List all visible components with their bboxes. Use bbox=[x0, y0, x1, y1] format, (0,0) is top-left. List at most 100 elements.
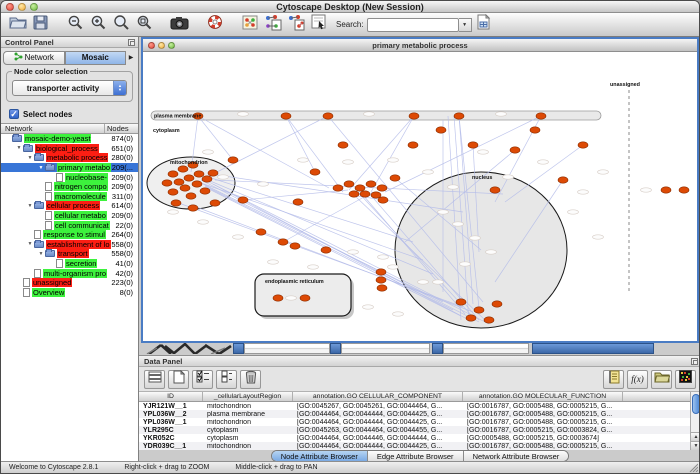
network-node[interactable] bbox=[278, 239, 288, 245]
network-node[interactable] bbox=[377, 285, 387, 291]
network-node[interactable] bbox=[490, 187, 500, 193]
network-node[interactable] bbox=[468, 142, 478, 148]
disclosure-triangle-icon[interactable]: ▼ bbox=[26, 241, 34, 247]
search-input[interactable] bbox=[367, 18, 459, 32]
float-panel-icon[interactable] bbox=[128, 39, 135, 46]
network-node[interactable] bbox=[408, 142, 418, 148]
import-attribute-file-button[interactable] bbox=[651, 370, 672, 389]
resize-grip[interactable] bbox=[688, 462, 698, 472]
formula-button[interactable]: f(x) bbox=[627, 370, 648, 389]
table-row[interactable]: YJR121W__1mitochondrion[GO:0045267, GO:0… bbox=[139, 402, 699, 410]
network-node[interactable] bbox=[238, 197, 248, 203]
zoom-out-button[interactable] bbox=[64, 14, 87, 35]
network-node[interactable] bbox=[323, 113, 333, 119]
column-header[interactable]: annotation.GO MOLECULAR_FUNCTION bbox=[463, 392, 623, 401]
zoom-selected-button[interactable] bbox=[133, 14, 156, 35]
tree-row[interactable]: secretion41(0) bbox=[1, 259, 138, 269]
tab-network-attribute-browser[interactable]: Network Attribute Browser bbox=[464, 451, 569, 461]
disclosure-triangle-icon[interactable]: ▼ bbox=[26, 155, 34, 161]
network-node[interactable] bbox=[293, 199, 303, 205]
network-node[interactable] bbox=[321, 247, 331, 253]
select-all-attributes-button[interactable] bbox=[192, 370, 213, 389]
network-node[interactable] bbox=[661, 187, 671, 193]
table-row[interactable]: YKR052Ccytoplasm[GO:0044464, GO:0044446,… bbox=[139, 434, 699, 442]
network-node[interactable] bbox=[194, 171, 204, 177]
network-node[interactable] bbox=[281, 113, 291, 119]
tree-row[interactable]: ▼primary metabo209(... bbox=[1, 163, 138, 173]
network-node[interactable] bbox=[492, 301, 502, 307]
network-node[interactable] bbox=[256, 229, 266, 235]
network-node[interactable] bbox=[300, 295, 310, 301]
tree-row[interactable]: nitrogen compo209(0) bbox=[1, 182, 138, 192]
network-node[interactable] bbox=[273, 295, 283, 301]
network-node[interactable] bbox=[360, 191, 370, 197]
table-row[interactable]: YLR295Ccytoplasm[GO:0045263, GO:0044464,… bbox=[139, 426, 699, 434]
tree-row[interactable]: ▼biological_process651(0) bbox=[1, 144, 138, 154]
network-node[interactable] bbox=[208, 170, 218, 176]
network-node[interactable] bbox=[366, 181, 376, 187]
delete-attribute-button[interactable] bbox=[240, 370, 261, 389]
search-dropdown-button[interactable]: ▼ bbox=[459, 18, 472, 32]
network-window-titlebar[interactable]: primary metabolic process bbox=[143, 39, 697, 52]
close-icon[interactable] bbox=[6, 3, 14, 11]
unselect-all-attributes-button[interactable] bbox=[216, 370, 237, 389]
overview-button[interactable] bbox=[238, 14, 261, 35]
network-node[interactable] bbox=[536, 113, 546, 119]
network-node[interactable] bbox=[186, 193, 196, 199]
tree-row[interactable]: ▼metabolic process280(0) bbox=[1, 153, 138, 163]
tab-network[interactable]: Network bbox=[3, 51, 65, 65]
network-node[interactable] bbox=[210, 200, 220, 206]
float-panel-icon[interactable] bbox=[691, 358, 698, 365]
network-canvas[interactable]: plasma membrane cytoplasm mitochondrion … bbox=[143, 52, 697, 341]
tree-row[interactable]: multi-organism pro42(0) bbox=[1, 268, 138, 278]
network-node[interactable] bbox=[192, 181, 202, 187]
scrollbar-thumb[interactable] bbox=[692, 394, 699, 414]
network-node[interactable] bbox=[162, 180, 172, 186]
import-attributes-button[interactable] bbox=[472, 14, 495, 35]
network-node[interactable] bbox=[376, 277, 386, 283]
network-node[interactable] bbox=[168, 171, 178, 177]
background-window-edge[interactable] bbox=[233, 343, 244, 354]
background-window-sliver[interactable] bbox=[244, 343, 330, 354]
network-node[interactable] bbox=[355, 185, 365, 191]
select-nodes-checkbox[interactable]: ✓ bbox=[9, 109, 19, 119]
attribute-list-button[interactable] bbox=[603, 370, 624, 389]
disclosure-triangle-icon[interactable]: ▼ bbox=[15, 145, 23, 151]
disclosure-triangle-icon[interactable]: ▼ bbox=[26, 203, 34, 209]
save-session-button[interactable] bbox=[29, 14, 52, 35]
tab-mosaic[interactable]: Mosaic bbox=[65, 51, 127, 65]
select-attributes-button[interactable] bbox=[144, 370, 165, 389]
network-node[interactable] bbox=[466, 315, 476, 321]
window-titlebar[interactable]: Cytoscape Desktop (New Session) bbox=[1, 1, 699, 13]
tree-row[interactable]: ▼cellular process614(0) bbox=[1, 201, 138, 211]
background-window-edge[interactable] bbox=[330, 343, 341, 354]
network-node[interactable] bbox=[168, 189, 178, 195]
scroll-up-icon[interactable]: ▲ bbox=[691, 432, 699, 441]
network-node[interactable] bbox=[474, 307, 484, 313]
column-header[interactable]: _cellularLayoutRegion bbox=[203, 392, 293, 401]
copy-layout-button[interactable] bbox=[261, 14, 284, 35]
network-node[interactable] bbox=[202, 176, 212, 182]
new-attribute-button[interactable] bbox=[168, 370, 189, 389]
network-node[interactable] bbox=[171, 200, 181, 206]
tree-row[interactable]: Overview8(0) bbox=[1, 288, 138, 298]
network-node[interactable] bbox=[200, 188, 210, 194]
network-zoom-icon[interactable] bbox=[168, 42, 175, 49]
background-window-sliver[interactable] bbox=[443, 343, 529, 354]
network-node[interactable] bbox=[344, 181, 354, 187]
zoom-window-icon[interactable] bbox=[30, 3, 38, 11]
annotation-button[interactable] bbox=[307, 14, 330, 35]
table-row[interactable]: YPL036W__1mitochondrion[GO:0044464, GO:0… bbox=[139, 418, 699, 426]
network-node[interactable] bbox=[530, 127, 540, 133]
tab-scroll-right-icon[interactable]: ▶ bbox=[126, 54, 136, 61]
background-window-titlebar[interactable] bbox=[532, 343, 654, 354]
network-node[interactable] bbox=[578, 142, 588, 148]
network-node[interactable] bbox=[409, 113, 419, 119]
minimize-icon[interactable] bbox=[18, 3, 26, 11]
tab-node-attribute-browser[interactable]: Node Attribute Browser bbox=[272, 451, 368, 461]
tree-row[interactable]: mosaic-demo-yeast874(0) bbox=[1, 134, 138, 144]
network-node[interactable] bbox=[377, 185, 387, 191]
network-node[interactable] bbox=[180, 185, 190, 191]
copy-layout-2-button[interactable] bbox=[284, 14, 307, 35]
table-row[interactable]: YPL036W__2plasma membrane[GO:0044464, GO… bbox=[139, 410, 699, 418]
